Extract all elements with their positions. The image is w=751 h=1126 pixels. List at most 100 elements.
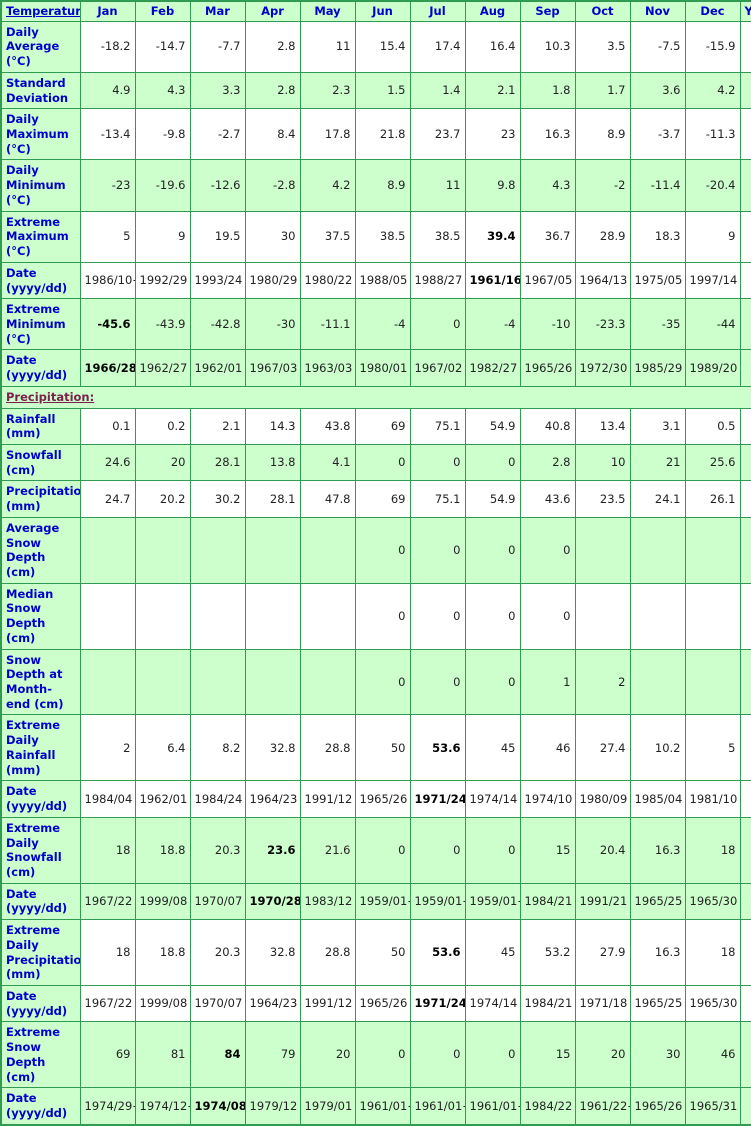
cell-jun: 0 — [354, 1021, 411, 1089]
cell-sep: 10.3 — [519, 20, 576, 73]
cell-feb: 18.8 — [134, 816, 191, 884]
cell-jan: 1966/28 — [79, 349, 136, 387]
cell-sep: 15 — [519, 1021, 576, 1089]
table-row: Date (yyyy/dd)1974/29+1974/12+1974/08197… — [0, 1087, 751, 1126]
column-header-oct: Oct — [574, 0, 631, 22]
cell-sep: 46 — [519, 714, 576, 782]
cell-apr: 1967/03 — [244, 349, 301, 387]
section-bar-row: Precipitation: — [0, 385, 751, 409]
row-label: Date (yyyy/dd) — [0, 984, 81, 1023]
cell-jul: 1961/01+ — [409, 1087, 466, 1126]
cell-aug: 2.1 — [464, 71, 521, 110]
cell-jun: 21.8 — [354, 108, 411, 161]
cell-mar: 3.3 — [189, 71, 246, 110]
cell-jun: 8.9 — [354, 159, 411, 212]
cell-jun: 15.4 — [354, 20, 411, 73]
cell-feb: 1999/08 — [134, 882, 191, 921]
cell-aug: 1961/16 — [464, 261, 521, 300]
row-label: Extreme Minimum (°C) — [0, 298, 81, 351]
cell-year — [739, 443, 751, 482]
cell-nov: 18.3 — [629, 210, 686, 263]
cell-dec: -20.4 — [684, 159, 741, 212]
cell-mar: 19.5 — [189, 210, 246, 263]
cell-mar: -7.7 — [189, 20, 246, 73]
cell-jan: 0.1 — [79, 407, 136, 445]
cell-jan: 5 — [79, 210, 136, 263]
column-header-feb: Feb — [134, 0, 191, 22]
cell-dec: 18 — [684, 919, 741, 986]
cell-feb: -14.7 — [134, 20, 191, 73]
cell-jun: 1965/26 — [354, 780, 411, 818]
cell-sep: 43.6 — [519, 480, 576, 518]
cell-mar: -42.8 — [189, 298, 246, 351]
cell-aug: 1982/27 — [464, 349, 521, 387]
cell-year — [739, 298, 751, 351]
cell-jan: -23 — [79, 159, 136, 212]
cell-sep: 1 — [519, 648, 576, 716]
table-row: Extreme Maximum (°C) 5 9 19.5 30 37.5 38.5 38.5… — [0, 210, 751, 263]
cell-jul: 75.1 — [409, 480, 466, 518]
cell-mar: 20.3 — [189, 816, 246, 884]
cell-jul: 0 — [409, 298, 466, 351]
cell-may: 1963/03 — [299, 349, 356, 387]
cell-mar: 1993/24 — [189, 261, 246, 300]
table-row: Extreme Daily Precipitation (mm)1818.820… — [0, 919, 751, 986]
cell-jan: 4.9 — [79, 71, 136, 110]
cell-nov: 16.3 — [629, 919, 686, 986]
table-row: Snow Depth at Month-end (cm)00012D — [0, 648, 751, 716]
cell-aug: 9.8 — [464, 159, 521, 212]
column-header-sep: Sep — [519, 0, 576, 22]
row-label: Extreme Snow Depth (cm) — [0, 1021, 81, 1089]
cell-year — [739, 648, 751, 716]
cell-year — [739, 108, 751, 161]
cell-aug: 54.9 — [464, 407, 521, 445]
cell-jun: 1988/05 — [354, 261, 411, 300]
cell-nov — [629, 648, 686, 716]
cell-sep: 15 — [519, 816, 576, 884]
cell-apr: 1979/12 — [244, 1087, 301, 1126]
cell-oct: 20 — [574, 1021, 631, 1089]
section-title-text: Precipitation: — [6, 389, 95, 404]
cell-feb: 0.2 — [134, 407, 191, 445]
cell-may: -11.1 — [299, 298, 356, 351]
cell-sep: 0 — [519, 516, 576, 584]
cell-oct: 3.5 — [574, 20, 631, 73]
cell-dec: 0.5 — [684, 407, 741, 445]
cell-may: 1991/12 — [299, 984, 356, 1023]
cell-feb: 9 — [134, 210, 191, 263]
cell-jun: -4 — [354, 298, 411, 351]
row-label: Precipitation (mm) — [0, 480, 81, 518]
cell-nov: -3.7 — [629, 108, 686, 161]
cell-apr: 1980/29 — [244, 261, 301, 300]
cell-jul: 38.5 — [409, 210, 466, 263]
cell-dec: -11.3 — [684, 108, 741, 161]
cell-may: 21.6 — [299, 816, 356, 884]
cell-apr: 1964/23 — [244, 984, 301, 1023]
cell-sep: 1984/21 — [519, 882, 576, 921]
row-label: Extreme Maximum (°C) — [0, 210, 81, 263]
cell-oct — [574, 582, 631, 650]
cell-apr: 23.6 — [244, 816, 301, 884]
cell-mar: -12.6 — [189, 159, 246, 212]
cell-dec: 18 — [684, 816, 741, 884]
cell-nov: 10.2 — [629, 714, 686, 782]
cell-aug: 45 — [464, 714, 521, 782]
cell-feb: 20 — [134, 443, 191, 482]
cell-jan: 69 — [79, 1021, 136, 1089]
row-label: Daily Minimum (°C) — [0, 159, 81, 212]
cell-jan: -45.6 — [79, 298, 136, 351]
table-row: Daily Maximum (°C) -13.4 -9.8 -2.7 8.4 17.8 21… — [0, 108, 751, 161]
cell-dec: 9 — [684, 210, 741, 263]
cell-feb: 20.2 — [134, 480, 191, 518]
cell-mar: -2.7 — [189, 108, 246, 161]
cell-jul: 1967/02 — [409, 349, 466, 387]
cell-jan: 1967/22 — [79, 882, 136, 921]
cell-aug: 0 — [464, 648, 521, 716]
table-row: Date (yyyy/dd) 1984/04 1962/01 1984/24 1964/… — [0, 780, 751, 818]
cell-jun: 1980/01 — [354, 349, 411, 387]
column-header-jun: Jun — [354, 0, 411, 22]
row-label: Date (yyyy/dd) — [0, 882, 81, 921]
cell-dec: 25.6 — [684, 443, 741, 482]
section-title-temperature: Temperature: — [0, 0, 81, 22]
cell-sep: 1984/21 — [519, 984, 576, 1023]
